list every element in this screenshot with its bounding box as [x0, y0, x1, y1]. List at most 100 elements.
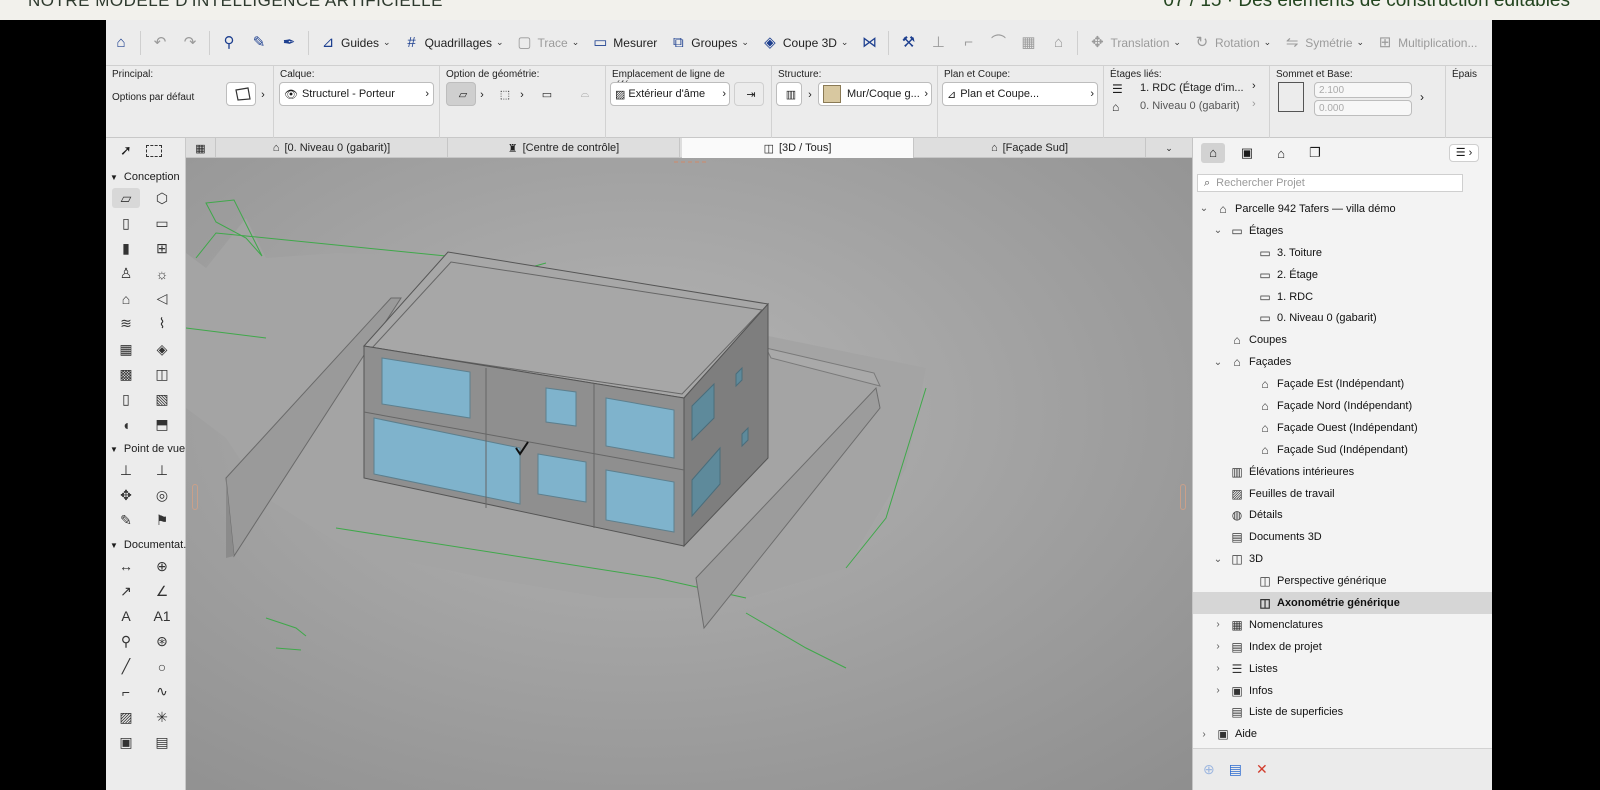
- stair-tool-icon[interactable]: ≋: [112, 314, 140, 334]
- tree-item[interactable]: › ▣ Aide: [1193, 723, 1492, 745]
- project-search-input[interactable]: ⌕ Rechercher Projet: [1197, 174, 1463, 192]
- view-map-icon[interactable]: ▣: [1235, 145, 1259, 161]
- tree-item[interactable]: ◫ Perspective générique: [1193, 570, 1492, 592]
- tree-item[interactable]: ⌄ ⌂ Parcelle 942 Tafers — villa démo: [1193, 198, 1492, 220]
- elevation-tool-icon[interactable]: ⊥: [148, 460, 176, 480]
- 3d-viewport[interactable]: [186, 158, 1192, 790]
- ruler-button[interactable]: ▭ Mesurer: [585, 29, 663, 57]
- tree-item[interactable]: ⌂ Façade Nord (Indépendant): [1193, 395, 1492, 417]
- multiply-button[interactable]: ⊞ Multiplication...: [1370, 29, 1483, 57]
- top-offset-field[interactable]: 2.100: [1314, 82, 1412, 98]
- tree-item[interactable]: ⌄ ▭ Étages: [1193, 220, 1492, 242]
- dimension-tool-icon[interactable]: ↔: [112, 556, 140, 576]
- tree-item[interactable]: ◍ Détails: [1193, 504, 1492, 526]
- redo-button[interactable]: ↷: [175, 29, 205, 57]
- beam-tool-icon[interactable]: ▭: [148, 213, 176, 233]
- label-tool-icon[interactable]: A1: [148, 606, 176, 626]
- tree-item[interactable]: ⌂ Façade Ouest (Indépendant): [1193, 417, 1492, 439]
- mesh-tool-icon[interactable]: ▩: [112, 364, 140, 384]
- geometry-curved-button[interactable]: ⌓: [570, 82, 596, 106]
- spline-tool-icon[interactable]: ∿: [148, 682, 176, 702]
- geometry-straight-button[interactable]: ▱: [446, 82, 476, 106]
- chevron-right-icon[interactable]: ›: [1213, 663, 1223, 674]
- structure-type-button[interactable]: ▥: [776, 82, 802, 106]
- delete-icon[interactable]: ✕: [1256, 761, 1268, 778]
- reference-line-select[interactable]: ▨ Extérieur d'âme ›: [610, 82, 730, 106]
- tree-item[interactable]: ▭ 1. RDC: [1193, 286, 1492, 308]
- tree-item[interactable]: ⌂ Façade Est (Indépendant): [1193, 373, 1492, 395]
- tree-item[interactable]: ⌄ ⌂ Façades: [1193, 351, 1492, 373]
- mirror-button[interactable]: ⇋ Symétrie ⌄: [1277, 29, 1370, 57]
- tab-niveau-0[interactable]: ⌂ [0. Niveau 0 (gabarit)]: [216, 138, 448, 158]
- chevron-right-icon[interactable]: ›: [1252, 98, 1256, 110]
- chevron-right-icon[interactable]: ›: [257, 84, 269, 106]
- 3d-model-canvas[interactable]: [186, 158, 1192, 790]
- tree-item[interactable]: ▭ 0. Niveau 0 (gabarit): [1193, 307, 1492, 329]
- layer-select[interactable]: 👁 Structurel - Porteur ›: [279, 82, 434, 106]
- favorites-label[interactable]: Options par défaut: [112, 92, 194, 103]
- camera-tool-icon[interactable]: ⚑: [148, 510, 176, 530]
- undo-button[interactable]: ↶: [145, 29, 175, 57]
- polyline-tool-icon[interactable]: ⌐: [112, 682, 140, 702]
- adjust-button[interactable]: ⊥: [923, 29, 953, 57]
- grid-element-tool-icon[interactable]: ⊛: [148, 632, 176, 652]
- tab-facade-sud[interactable]: ⌂ [Façade Sud]: [914, 138, 1146, 158]
- opening-tool-icon[interactable]: ◖: [112, 415, 140, 435]
- toolbox-section-conception[interactable]: ▼ Conception: [106, 168, 186, 186]
- groups-button[interactable]: ⧉ Groupes ⌄: [663, 29, 755, 57]
- left-resize-handle[interactable]: [192, 484, 198, 510]
- angle-dimension-tool-icon[interactable]: ∠: [148, 581, 176, 601]
- object-tool-icon[interactable]: ♙: [112, 264, 140, 284]
- slab-tool-icon[interactable]: ⬡: [148, 188, 176, 208]
- chevron-right-icon[interactable]: ›: [1420, 90, 1424, 104]
- door-tool-icon[interactable]: ▮: [112, 238, 140, 258]
- guides-button[interactable]: ⊿ Guides ⌄: [313, 29, 397, 57]
- chevron-right-icon[interactable]: ›: [1252, 80, 1256, 92]
- bottom-offset-field[interactable]: 0.000: [1314, 100, 1412, 116]
- window[interactable]: [537, 453, 587, 503]
- tree-item[interactable]: ◫ Axonométrie générique: [1193, 592, 1492, 614]
- morph-surface-tool-icon[interactable]: ▧: [148, 390, 176, 410]
- grid-button[interactable]: # Quadrillages ⌄: [397, 29, 510, 57]
- tree-item[interactable]: ⌂ Façade Sud (Indépendant): [1193, 439, 1492, 461]
- fill-tool-icon[interactable]: ▨: [112, 707, 140, 727]
- corner-window-tool-icon[interactable]: ⬒: [148, 415, 176, 435]
- morph-tool-icon[interactable]: ◫: [148, 364, 176, 384]
- tree-item[interactable]: › ☰ Listes: [1193, 658, 1492, 680]
- chevron-right-icon[interactable]: ›: [804, 84, 816, 106]
- roof-tool-icon[interactable]: ⌂: [112, 289, 140, 309]
- tree-item[interactable]: › ▤ Index de projet: [1193, 636, 1492, 658]
- tree-item[interactable]: ▤ Liste de superficies: [1193, 701, 1492, 723]
- column-tool-icon[interactable]: ▯: [112, 213, 140, 233]
- translation-button[interactable]: ✥ Translation ⌄: [1082, 29, 1186, 57]
- arrow-icon[interactable]: ➚: [120, 142, 132, 164]
- interior-elevation-tool-icon[interactable]: ✥: [112, 485, 140, 505]
- curtainwall-tool-icon[interactable]: ▦: [112, 339, 140, 359]
- split-button[interactable]: ⋈: [854, 29, 884, 57]
- flip-reference-button[interactable]: ⇥: [734, 82, 764, 106]
- wall-geometry-button[interactable]: [226, 82, 256, 106]
- hotspot-tool-icon[interactable]: ✳: [148, 707, 176, 727]
- bottom-story-value[interactable]: 0. Niveau 0 (gabarit): [1140, 100, 1240, 112]
- settings-icon[interactable]: ▤: [1229, 761, 1242, 778]
- trace-button[interactable]: ▢ Trace ⌄: [510, 29, 586, 57]
- geometry-trapezoid-button[interactable]: ⬚: [490, 82, 516, 106]
- composite-select[interactable]: Mur/Coque g... ›: [818, 82, 932, 106]
- cut3d-button[interactable]: ◈ Coupe 3D ⌄: [755, 29, 855, 57]
- chevron-right-icon[interactable]: ›: [476, 84, 488, 106]
- explode-button[interactable]: ▦: [1013, 29, 1043, 57]
- zone-tool-icon[interactable]: ◈: [148, 339, 176, 359]
- railing-tool-icon[interactable]: ⌇: [148, 314, 176, 334]
- window-tool-icon[interactable]: ⊞: [148, 238, 176, 258]
- project-map-icon[interactable]: ⌂: [1201, 143, 1225, 163]
- wall-tool-icon[interactable]: ▱: [112, 188, 140, 208]
- right-resize-handle[interactable]: [1180, 484, 1186, 510]
- chevron-down-icon[interactable]: ⌄: [1213, 357, 1223, 368]
- chevron-right-icon[interactable]: ›: [516, 84, 528, 106]
- tree-item[interactable]: ▭ 2. Étage: [1193, 264, 1492, 286]
- section-tool-icon[interactable]: ⊥: [112, 460, 140, 480]
- figure-tool-icon[interactable]: ▣: [112, 732, 140, 752]
- plan-section-select[interactable]: ⊿ Plan et Coupe... ›: [942, 82, 1098, 106]
- fillet-button[interactable]: ⌒: [983, 29, 1013, 57]
- tab-3d-tous[interactable]: ◫ [3D / Tous]: [682, 138, 914, 158]
